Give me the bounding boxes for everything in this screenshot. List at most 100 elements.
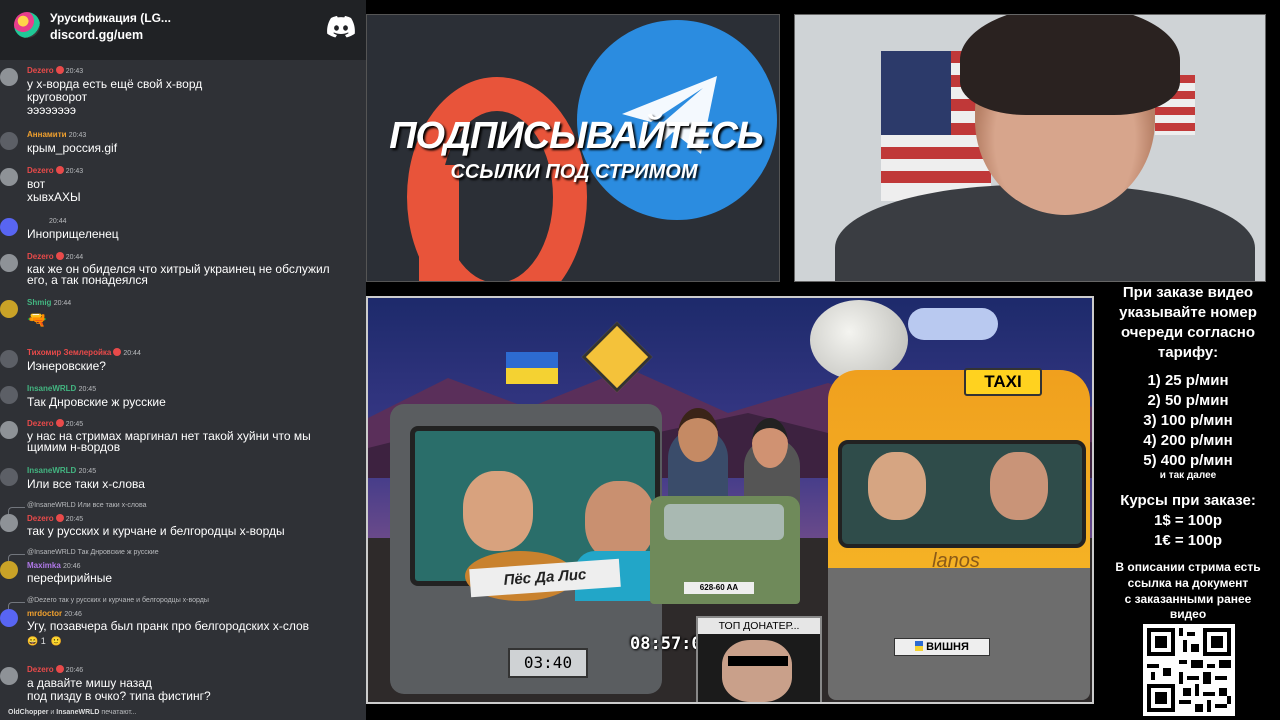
user-avatar	[0, 561, 18, 579]
niva-car: 628-60 AA	[650, 496, 800, 604]
role-badge-icon	[55, 66, 64, 74]
message-time: 20:46	[65, 667, 84, 674]
niva-plate: 628-60 AA	[684, 582, 754, 594]
user-avatar	[0, 609, 18, 627]
user-avatar	[0, 350, 18, 368]
tariff-item: 3) 100 р/мин	[1143, 412, 1233, 429]
message-author: Dezero	[27, 419, 54, 428]
reaction-emoji[interactable]: 😄 1 🙂	[27, 636, 62, 647]
role-badge-icon	[55, 419, 64, 427]
truck: Пёс Да Лис 03:40	[390, 404, 675, 694]
typing-indicator: OldChopper и InsaneWRLD печатают...	[8, 709, 137, 716]
message-author: InsaneWRLD	[27, 384, 77, 393]
top-donor-box: ТОП ДОНАТЕР...	[696, 616, 822, 702]
truck-driver-face	[463, 471, 533, 551]
van-driver-face	[868, 452, 926, 520]
order-info-panel: При заказе видео указывайте номер очеред…	[1096, 284, 1280, 720]
discord-chat-overlay: Урусификация (LG... discord.gg/uem Dezer…	[0, 0, 366, 720]
streamer-hair	[960, 15, 1180, 115]
invite-link[interactable]: discord.gg/uem	[50, 28, 143, 42]
stream-scene: Пёс Да Лис 03:40 628-60 AA TAXI lanos ВИ…	[366, 296, 1094, 704]
message-author: Тихомир Землеройка	[27, 348, 112, 357]
truck-timer: 03:40	[508, 648, 588, 678]
ukraine-flag	[506, 352, 558, 384]
description-text: ссылка на документ	[1127, 576, 1249, 590]
message-author: Dezero	[27, 66, 54, 75]
message-text: так у русских и курчане и белгородцы х-в…	[27, 524, 285, 538]
chat-header: Урусификация (LG... discord.gg/uem	[0, 0, 366, 60]
message-time: 20:43	[65, 68, 84, 75]
role-badge-icon	[55, 665, 64, 673]
tariff-etc: и так далее	[1159, 470, 1217, 481]
user-avatar	[0, 132, 18, 150]
message-author: Dezero	[27, 252, 54, 261]
promo-title: ПОДПИСЫВАЙТЕСЬ	[389, 115, 764, 157]
reply-preview[interactable]: @InsaneWRLD Так Днровские ж русские	[27, 549, 159, 556]
message-text: Иэнеровские?	[27, 359, 106, 373]
user-avatar	[0, 514, 18, 532]
message-time: 20:44	[49, 218, 67, 225]
server-name: Урусификация (LG...	[50, 11, 171, 25]
top-donor-title: ТОП ДОНАТЕР...	[698, 618, 820, 634]
message-author: Аннамити	[27, 130, 67, 139]
tariff-item: 1) 25 р/мин	[1147, 372, 1229, 389]
rates-heading: Курсы при заказе:	[1120, 492, 1256, 509]
server-icon	[14, 12, 40, 38]
message-author: Dezero	[27, 166, 54, 175]
info-heading: очереди согласно	[1120, 324, 1256, 341]
taxi-van: TAXI lanos ВИШНЯ	[828, 368, 1090, 700]
message-time: 20:45	[65, 421, 84, 428]
webcam-feed	[794, 14, 1266, 282]
role-badge-icon	[113, 348, 122, 356]
promo-subtitle: ССЫЛКИ ПОД СТРИМОМ	[450, 161, 698, 183]
message-time: 20:44	[65, 254, 84, 261]
promo-banner: ПОДПИСЫВАЙТЕСЬ ССЫЛКИ ПОД СТРИМОМ	[366, 14, 780, 282]
message-text: Так Днровские ж русские	[27, 395, 166, 409]
message-time: 20:45	[65, 516, 84, 523]
message-text: перефирийные	[27, 571, 113, 585]
reply-preview[interactable]: @Dezero так у русских и курчане и белгор…	[27, 597, 209, 604]
van-plate: ВИШНЯ	[894, 638, 990, 656]
description-text: видео	[1169, 607, 1207, 621]
user-avatar	[0, 421, 18, 439]
message-text: Иноприщеленец	[27, 227, 119, 241]
reply-preview[interactable]: @InsaneWRLD Или все таки х-слова	[27, 502, 147, 509]
message-time: 20:46	[64, 611, 82, 618]
rate-item: 1$ = 100р	[1154, 512, 1222, 529]
message-time: 20:46	[63, 563, 81, 570]
user-avatar	[0, 300, 18, 318]
message-text: хывхАХЫ	[27, 190, 81, 204]
role-badge-icon	[55, 252, 64, 260]
message-author: mrdoctor	[27, 609, 63, 618]
user-avatar	[0, 218, 18, 236]
truck-passenger-face	[585, 481, 655, 561]
message-emoji: 🔫	[27, 312, 47, 329]
message-text: щимим н-вордов	[27, 440, 121, 454]
message-text: под пизду в очко? типа фистинг?	[27, 689, 211, 703]
message-time: 20:43	[68, 132, 87, 139]
censor-bar	[728, 656, 788, 666]
discord-logo-icon	[327, 16, 355, 38]
cloud	[908, 308, 998, 340]
user-avatar	[0, 386, 18, 404]
message-author: Dezero	[27, 665, 54, 674]
message-time: 20:43	[65, 168, 84, 175]
taxi-sign: TAXI	[964, 368, 1042, 396]
message-time: 20:45	[78, 468, 97, 475]
message-text: его, а так понадеялся	[27, 273, 148, 287]
message-author: InsaneWRLD	[27, 466, 77, 475]
message-text: Или все таки х-слова	[27, 477, 145, 491]
truck-window	[410, 426, 675, 601]
ukraine-flag-icon	[915, 641, 924, 651]
info-heading: тарифу:	[1157, 344, 1219, 361]
tariff-item: 2) 50 р/мин	[1147, 392, 1229, 409]
user-avatar	[0, 667, 18, 685]
qr-code[interactable]	[1143, 624, 1235, 716]
message-time: 20:44	[53, 300, 72, 307]
message-time: 20:44	[123, 350, 141, 357]
message-author: Maximka	[27, 561, 61, 570]
message-author: Dezero	[27, 514, 54, 523]
reply-connector	[8, 507, 25, 514]
description-text: с заказанными ранее	[1124, 592, 1252, 606]
tariff-item: 5) 400 р/мин	[1143, 452, 1233, 469]
